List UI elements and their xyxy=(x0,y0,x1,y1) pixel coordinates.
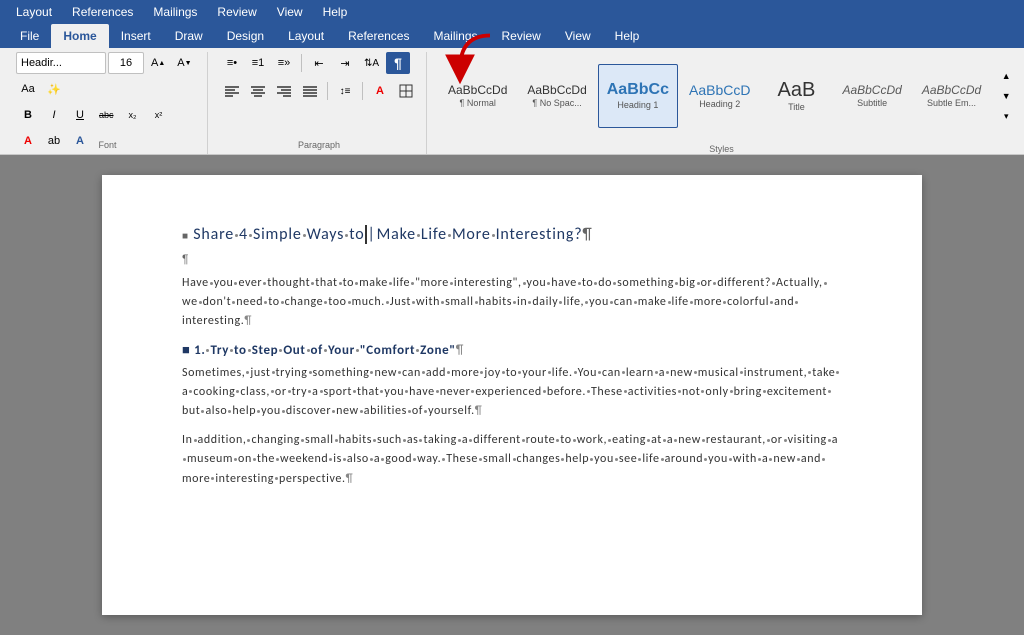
change-case-button[interactable]: Aa xyxy=(16,78,40,100)
numbering-button[interactable]: ≡1 xyxy=(246,52,270,74)
font-group-label: Font xyxy=(98,140,116,150)
document-title: ■ Share4SimpleWaysto|MakeLifeMoreInteres… xyxy=(182,225,593,244)
justify-button[interactable] xyxy=(298,80,322,102)
style-nospace[interactable]: AaBbCcDd ¶ No Spac... xyxy=(518,64,595,128)
ribbon-tabs: File Home Insert Draw Design Layout Refe… xyxy=(0,24,1024,48)
style-subtitle-preview: AaBbCcDd xyxy=(842,84,901,96)
style-subtle-em-preview: AaBbCcDd xyxy=(922,84,981,96)
section-1-paragraph-2: Inaddition,changingsmallhabitssuchastaki… xyxy=(182,431,842,489)
style-heading1-preview: AaBbCc xyxy=(607,82,669,98)
style-normal-label: ¶ Normal xyxy=(460,98,496,108)
style-subtle-em-label: Subtle Em... xyxy=(927,98,976,108)
tab-help[interactable]: Help xyxy=(603,24,652,48)
tab-layout[interactable]: Layout xyxy=(276,24,336,48)
superscript-button[interactable]: x² xyxy=(147,104,171,126)
style-normal-preview: AaBbCcDd xyxy=(448,84,507,96)
document-page: ■ Share4SimpleWaysto|MakeLifeMoreInteres… xyxy=(102,175,922,615)
align-center-button[interactable] xyxy=(246,80,270,102)
tab-insert[interactable]: Insert xyxy=(109,24,163,48)
font-size-input[interactable] xyxy=(108,52,144,74)
tab-draw[interactable]: Draw xyxy=(163,24,215,48)
sort-button[interactable]: ⇅A xyxy=(359,52,384,74)
subscript-button[interactable]: x₂ xyxy=(121,104,145,126)
ribbon-content: A▲ A▼ Aa ✨ B I U abc x₂ x² A ab A Font ≡… xyxy=(0,48,1024,155)
multilevel-button[interactable]: ≡» xyxy=(272,52,296,74)
bold-button[interactable]: B xyxy=(16,104,40,126)
tab-references[interactable]: References xyxy=(336,24,421,48)
grow-font-button[interactable]: A▲ xyxy=(146,52,170,74)
menu-references[interactable]: References xyxy=(64,2,141,22)
style-title-preview: AaB xyxy=(778,80,816,100)
menu-review[interactable]: Review xyxy=(209,2,264,22)
increase-indent-button[interactable]: ⇥ xyxy=(333,52,357,74)
shrink-font-button[interactable]: A▼ xyxy=(172,52,196,74)
style-heading2-label: Heading 2 xyxy=(699,99,740,109)
decrease-indent-button[interactable]: ⇤ xyxy=(307,52,331,74)
align-left-button[interactable] xyxy=(220,80,244,102)
line-spacing-button[interactable]: ↕≡ xyxy=(333,80,357,102)
font-name-input[interactable] xyxy=(16,52,106,74)
style-title-label: Title xyxy=(788,102,805,112)
document-area: ■ Share4SimpleWaysto|MakeLifeMoreInteres… xyxy=(0,155,1024,635)
highlight-button[interactable]: ab xyxy=(42,130,66,152)
text-effect-button[interactable]: A xyxy=(68,130,92,152)
tab-mailings[interactable]: Mailings xyxy=(421,24,489,48)
style-heading1[interactable]: AaBbCc Heading 1 xyxy=(598,64,678,128)
bullets-button[interactable]: ≡• xyxy=(220,52,244,74)
paragraph-group-label: Paragraph xyxy=(298,140,340,150)
style-subtitle[interactable]: AaBbCcDd Subtitle xyxy=(833,64,910,128)
italic-button[interactable]: I xyxy=(42,104,66,126)
font-color-button[interactable]: A xyxy=(16,130,40,152)
underline-button[interactable]: U xyxy=(68,104,92,126)
menu-bar: Layout References Mailings Review View H… xyxy=(0,0,1024,24)
show-formatting-button[interactable]: ¶ xyxy=(386,52,410,74)
menu-layout[interactable]: Layout xyxy=(8,2,60,22)
tab-design[interactable]: Design xyxy=(215,24,276,48)
menu-help[interactable]: Help xyxy=(315,2,356,22)
style-heading1-label: Heading 1 xyxy=(617,100,658,110)
borders-button[interactable] xyxy=(394,80,418,102)
tab-view[interactable]: View xyxy=(553,24,603,48)
section-1-title: ■ 1.TrytoStepOutofYour"ComfortZone"¶ xyxy=(182,342,842,358)
style-title[interactable]: AaB Title xyxy=(761,64,831,128)
empty-line-pilcrow: ¶ xyxy=(182,252,842,266)
styles-scroll-up[interactable]: ▲ xyxy=(994,67,1018,85)
style-heading2[interactable]: AaBbCcD Heading 2 xyxy=(680,64,759,128)
style-subtle-em[interactable]: AaBbCcDd Subtle Em... xyxy=(913,64,990,128)
styles-scroll-down[interactable]: ▼ xyxy=(994,87,1018,105)
section-1-paragraph-1: Sometimes,justtryingsomethingnewcanaddmo… xyxy=(182,364,842,422)
strikethrough-button[interactable]: abc xyxy=(94,104,119,126)
font-group: A▲ A▼ Aa ✨ B I U abc x₂ x² A ab A Font xyxy=(8,52,208,154)
styles-more[interactable]: ▾ xyxy=(994,107,1018,125)
styles-group-label: Styles xyxy=(439,144,1004,154)
style-subtitle-label: Subtitle xyxy=(857,98,887,108)
tab-review[interactable]: Review xyxy=(490,24,553,48)
styles-group: AaBbCcDd ¶ Normal AaBbCcDd ¶ No Spac... … xyxy=(431,52,1012,154)
align-right-button[interactable] xyxy=(272,80,296,102)
tab-home[interactable]: Home xyxy=(51,24,108,48)
paragraph-group: ≡• ≡1 ≡» ⇤ ⇥ ⇅A ¶ ↕≡ A xyxy=(212,52,427,154)
tab-file[interactable]: File xyxy=(8,24,51,48)
style-nospace-preview: AaBbCcDd xyxy=(527,84,586,96)
menu-view[interactable]: View xyxy=(269,2,311,22)
document-paragraph-1: Haveyoueverthoughtthattomakelife"moreint… xyxy=(182,274,842,332)
style-nospace-label: ¶ No Spac... xyxy=(532,98,581,108)
style-heading2-preview: AaBbCcD xyxy=(689,83,750,97)
clear-formatting-button[interactable]: ✨ xyxy=(42,78,66,100)
shading-button[interactable]: A xyxy=(368,80,392,102)
menu-mailings[interactable]: Mailings xyxy=(145,2,205,22)
style-normal[interactable]: AaBbCcDd ¶ Normal xyxy=(439,64,516,128)
